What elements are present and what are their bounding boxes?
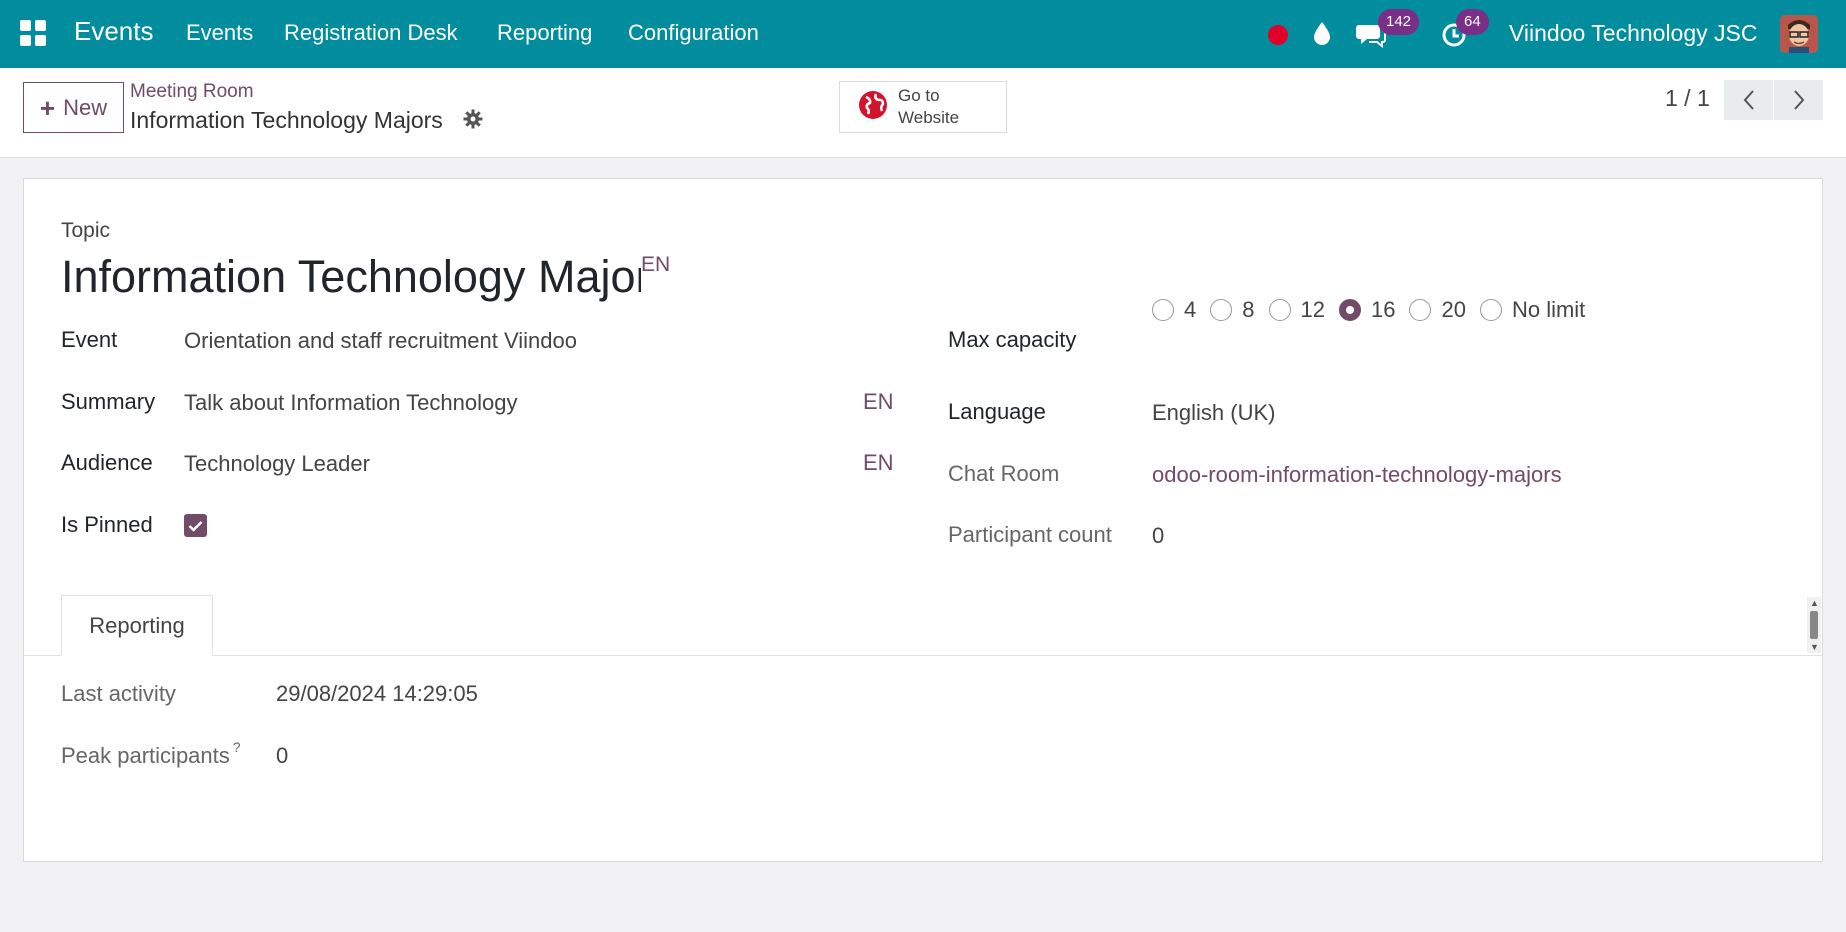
chat-room-link[interactable]: odoo-room-information-technology-majors <box>1152 462 1562 488</box>
scrollbar-thumb[interactable] <box>1810 611 1818 639</box>
recording-dot-icon[interactable] <box>1267 24 1289 51</box>
language-label: Language <box>948 399 1046 424</box>
topic-label: Topic <box>61 219 111 242</box>
radio-button-selected[interactable] <box>1338 299 1361 321</box>
new-button-label: New <box>63 94 108 120</box>
checkmark-icon <box>188 520 203 532</box>
user-avatar[interactable] <box>1780 15 1818 53</box>
menu-reporting[interactable]: Reporting <box>497 20 592 46</box>
capacity-option-label: No limit <box>1511 297 1586 322</box>
company-switcher[interactable]: Viindoo Technology JSC <box>1509 20 1758 47</box>
language-field[interactable]: English (UK) <box>1152 400 1275 426</box>
go-to-website-label: Go to Website <box>898 86 960 127</box>
menu-events[interactable]: Events <box>186 20 253 46</box>
last-activity-label: Last activity <box>61 681 176 706</box>
radio-button[interactable] <box>1409 299 1432 321</box>
app-menu-icon[interactable] <box>20 20 46 46</box>
chat-room-label: Chat Room <box>948 461 1060 486</box>
summary-field[interactable]: Talk about Information Technology <box>184 390 517 416</box>
summary-translate-button[interactable]: EN <box>863 389 894 415</box>
capacity-option-label: 16 <box>1370 297 1396 322</box>
help-tooltip-icon[interactable]: ? <box>233 739 241 755</box>
breadcrumb-current-record: Information Technology Majors <box>130 107 443 133</box>
radio-button[interactable] <box>1210 299 1233 321</box>
drop-icon[interactable] <box>1312 20 1332 51</box>
max-capacity-label: Max capacity <box>948 327 1077 352</box>
participant-count-value: 0 <box>1152 523 1165 548</box>
plus-icon: + <box>39 92 56 123</box>
activities-badge: 64 <box>1456 9 1489 35</box>
capacity-option-4[interactable]: 4 <box>1152 297 1196 323</box>
peak-participants-label: Peak participants? <box>61 739 241 769</box>
capacity-option-no-limit[interactable]: No limit <box>1479 297 1586 323</box>
event-field[interactable]: Orientation and staff recruitment Viindo… <box>184 328 577 354</box>
new-button[interactable]: + New <box>23 82 124 133</box>
capacity-option-8[interactable]: 8 <box>1210 297 1255 323</box>
app-name[interactable]: Events <box>74 16 154 47</box>
pager-value[interactable]: 1 / 1 <box>1665 85 1710 112</box>
tabs-scrollbar[interactable]: ▲ ▼ <box>1807 597 1821 653</box>
capacity-option-12[interactable]: 12 <box>1268 297 1325 323</box>
pager-next-button[interactable] <box>1774 80 1823 120</box>
menu-configuration[interactable]: Configuration <box>628 20 759 46</box>
is-pinned-checkbox[interactable] <box>184 514 207 537</box>
form-sheet: Topic Information Technology Majors EN E… <box>23 178 1823 862</box>
top-navbar: Events Events Registration Desk Reportin… <box>0 0 1846 68</box>
menu-registration-desk[interactable]: Registration Desk <box>284 20 458 46</box>
go-to-website-button[interactable]: Go to Website <box>839 81 1007 133</box>
topic-translate-button[interactable]: EN <box>641 253 670 277</box>
radio-button[interactable] <box>1152 299 1174 321</box>
capacity-option-label: 12 <box>1300 297 1325 322</box>
summary-label: Summary <box>61 389 156 414</box>
topic-input[interactable]: Information Technology Majors <box>61 251 641 303</box>
capacity-option-20[interactable]: 20 <box>1409 297 1466 323</box>
globe-icon <box>858 90 888 125</box>
scroll-up-icon[interactable]: ▲ <box>1810 598 1819 608</box>
participant-count-label: Participant count <box>948 522 1112 547</box>
capacity-option-label: 20 <box>1441 297 1466 322</box>
control-panel: + New Meeting Room Information Technolog… <box>0 68 1846 158</box>
last-activity-value: 29/08/2024 14:29:05 <box>276 681 478 706</box>
capacity-option-16[interactable]: 16 <box>1338 297 1396 323</box>
audience-translate-button[interactable]: EN <box>863 450 894 476</box>
max-capacity-radio-group: 4 8 12 16 20 No limit <box>1152 297 1599 323</box>
messages-badge: 142 <box>1378 9 1420 35</box>
radio-button[interactable] <box>1268 299 1291 321</box>
audience-label: Audience <box>61 450 153 475</box>
is-pinned-label: Is Pinned <box>61 512 153 537</box>
event-label: Event <box>61 327 118 352</box>
breadcrumb-meeting-room[interactable]: Meeting Room <box>130 81 254 103</box>
pager-previous-button[interactable] <box>1724 80 1773 120</box>
chevron-left-icon <box>1743 90 1754 110</box>
audience-field[interactable]: Technology Leader <box>184 451 370 477</box>
capacity-option-label: 8 <box>1242 297 1255 322</box>
peak-participants-value: 0 <box>276 743 289 768</box>
capacity-option-label: 4 <box>1184 297 1197 322</box>
peak-participants-label-text: Peak participants <box>61 743 230 768</box>
tab-reporting[interactable]: Reporting <box>61 595 213 656</box>
tab-divider <box>24 655 1822 656</box>
radio-button[interactable] <box>1479 299 1502 321</box>
chevron-right-icon <box>1793 90 1804 110</box>
gear-icon[interactable] <box>463 109 483 134</box>
scroll-down-icon[interactable]: ▼ <box>1810 642 1819 652</box>
